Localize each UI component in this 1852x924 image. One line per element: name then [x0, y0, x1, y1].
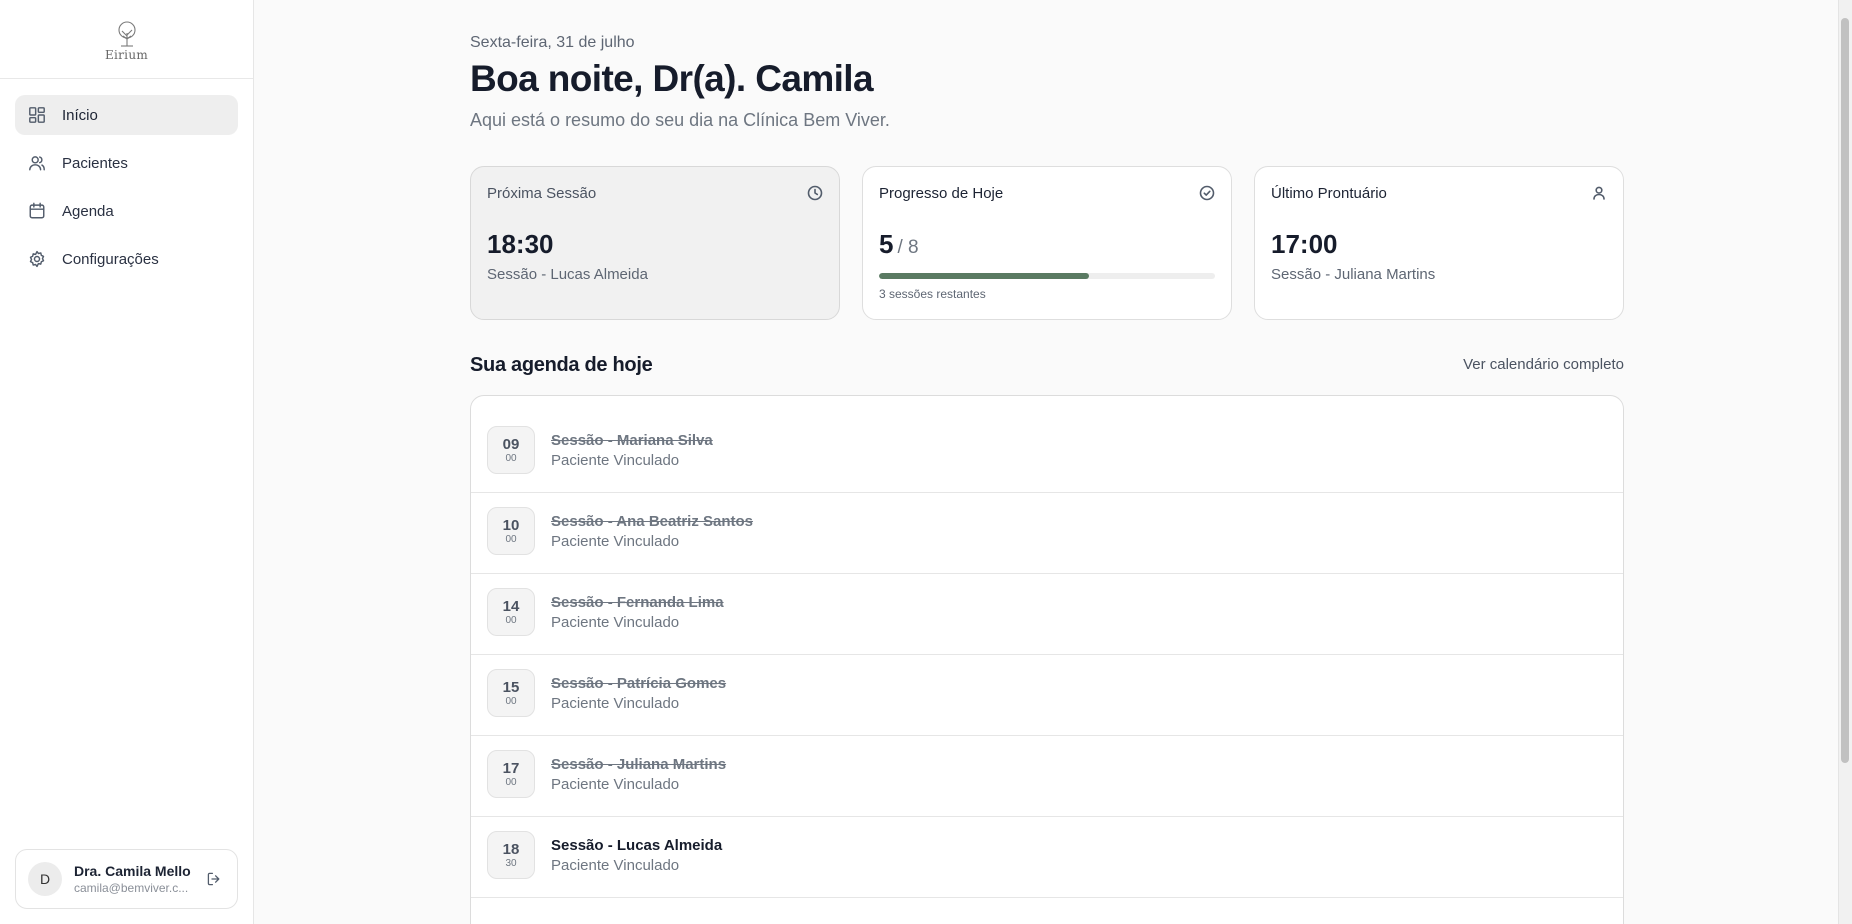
- last-record-card[interactable]: Último Prontuário 17:00 Sessão - Juliana…: [1254, 166, 1624, 320]
- users-icon: [27, 153, 47, 173]
- last-record-patient: Sessão - Juliana Martins: [1271, 266, 1436, 283]
- progress-bar: [879, 273, 1215, 279]
- logout-button[interactable]: [204, 869, 224, 889]
- agenda-row[interactable]: 09 00 Sessão - Mariana Silva Paciente Vincu…: [471, 412, 1623, 493]
- avatar: D: [28, 862, 62, 896]
- agenda-row[interactable]: 10 00 Sessão - Ana Beatriz Santos Paciente …: [471, 493, 1623, 574]
- sidebar-item-label: Pacientes: [62, 154, 128, 172]
- user-email: camila@bemviver.c...: [74, 881, 189, 895]
- page-title: Boa noite, Dr(a). Camila: [470, 58, 874, 99]
- session-title: Sessão - Patrícia Gomes: [551, 675, 727, 692]
- progress-count: 5/ 8: [879, 229, 919, 260]
- page-scrollbar[interactable]: [1838, 0, 1852, 924]
- user-info: Dra. Camila Mello camila@bemviver.c...: [74, 863, 198, 895]
- next-session-time: 18:30: [487, 229, 554, 259]
- sidebar-item-agenda[interactable]: Agenda: [15, 191, 238, 231]
- session-title: Sessão - Juliana Martins: [551, 756, 727, 773]
- agenda-title: Sua agenda de hoje: [470, 354, 653, 376]
- time-minute: 00: [505, 776, 517, 788]
- next-session-patient: Sessão - Lucas Almeida: [487, 266, 648, 283]
- session-subtitle: Paciente Vinculado: [551, 614, 680, 631]
- agenda-list: 09 00 Sessão - Mariana Silva Paciente Vincu…: [471, 396, 1623, 898]
- agenda-row[interactable]: 15 00 Sessão - Patrícia Gomes Paciente Vinc…: [471, 655, 1623, 736]
- session-subtitle: Paciente Vinculado: [551, 776, 680, 793]
- gear-icon: [27, 249, 47, 269]
- time-minute: 00: [505, 614, 517, 626]
- time-hour: 14: [502, 597, 520, 615]
- time-badge: 17 00: [487, 750, 535, 798]
- time-hour: 15: [502, 678, 520, 696]
- time-minute: 30: [505, 857, 517, 869]
- time-hour: 17: [502, 759, 520, 777]
- brand-name: Eirium: [104, 47, 149, 62]
- agenda-panel: 09 00 Sessão - Mariana Silva Paciente Vincu…: [470, 395, 1624, 924]
- session-title: Sessão - Mariana Silva: [551, 432, 713, 449]
- agenda-row[interactable]: 18 30 Sessão - Lucas Almeida Paciente Vincu…: [471, 817, 1623, 898]
- time-hour: 18: [502, 840, 520, 858]
- time-minute: 00: [505, 695, 517, 707]
- dashboard-icon: [27, 105, 47, 125]
- time-badge: 18 30: [487, 831, 535, 879]
- sidebar-item-label: Início: [62, 106, 98, 124]
- sidebar-item-inicio[interactable]: Início: [15, 95, 238, 135]
- time-badge: 14 00: [487, 588, 535, 636]
- sidebar: Eirium Início Pacientes Agenda Configura…: [0, 0, 254, 924]
- progress-remaining: 3 sessões restantes: [879, 287, 986, 301]
- time-badge: 10 00: [487, 507, 535, 555]
- sidebar-item-label: Agenda: [62, 202, 114, 220]
- summary-cards: Próxima Sessão 18:30 Sessão - Lucas Alme…: [470, 166, 1624, 320]
- time-hour: 09: [502, 435, 520, 453]
- check-circle-icon: [1199, 185, 1215, 201]
- card-title: Último Prontuário: [1271, 185, 1387, 202]
- session-subtitle: Paciente Vinculado: [551, 695, 680, 712]
- session-subtitle: Paciente Vinculado: [551, 857, 680, 874]
- logout-icon: [207, 872, 220, 886]
- progress-card: Progresso de Hoje 5/ 8 3 sessões restant…: [862, 166, 1232, 320]
- progress-done: 5: [879, 229, 894, 259]
- sidebar-item-configuracoes[interactable]: Configurações: [15, 239, 238, 279]
- tree-logo-icon: [117, 20, 136, 47]
- agenda-row[interactable]: 17 00 Sessão - Juliana Martins Paciente Vin…: [471, 736, 1623, 817]
- page-subtitle: Aqui está o resumo do seu dia na Clínica…: [470, 110, 890, 130]
- current-date: Sexta-feira, 31 de julho: [470, 34, 635, 51]
- session-title: Sessão - Lucas Almeida: [551, 837, 723, 854]
- session-subtitle: Paciente Vinculado: [551, 452, 680, 469]
- next-session-card[interactable]: Próxima Sessão 18:30 Sessão - Lucas Alme…: [470, 166, 840, 320]
- clock-icon: [807, 185, 823, 201]
- brand-logo[interactable]: Eirium: [0, 0, 253, 79]
- card-title: Próxima Sessão: [487, 185, 597, 202]
- progress-bar-fill: [879, 273, 1089, 279]
- progress-total: / 8: [897, 237, 919, 258]
- view-full-calendar-link[interactable]: Ver calendário completo: [1463, 356, 1624, 373]
- agenda-row[interactable]: 14 00 Sessão - Fernanda Lima Paciente Vincu…: [471, 574, 1623, 655]
- time-hour: 10: [502, 516, 520, 534]
- scrollbar-thumb[interactable]: [1841, 18, 1849, 763]
- last-record-time: 17:00: [1271, 229, 1338, 259]
- sidebar-item-label: Configurações: [62, 250, 159, 268]
- time-badge: 09 00: [487, 426, 535, 474]
- user-icon: [1591, 185, 1607, 201]
- calendar-icon: [27, 201, 47, 221]
- user-name: Dra. Camila Mello: [74, 863, 191, 879]
- session-title: Sessão - Ana Beatriz Santos: [551, 513, 754, 530]
- sidebar-item-pacientes[interactable]: Pacientes: [15, 143, 238, 183]
- user-card: D Dra. Camila Mello camila@bemviver.c...: [15, 849, 238, 909]
- time-badge: 15 00: [487, 669, 535, 717]
- sidebar-nav: Início Pacientes Agenda Configurações: [0, 79, 253, 279]
- card-title: Progresso de Hoje: [879, 185, 1004, 202]
- time-minute: 00: [505, 452, 517, 464]
- time-minute: 00: [505, 533, 517, 545]
- session-title: Sessão - Fernanda Lima: [551, 594, 724, 611]
- session-subtitle: Paciente Vinculado: [551, 533, 680, 550]
